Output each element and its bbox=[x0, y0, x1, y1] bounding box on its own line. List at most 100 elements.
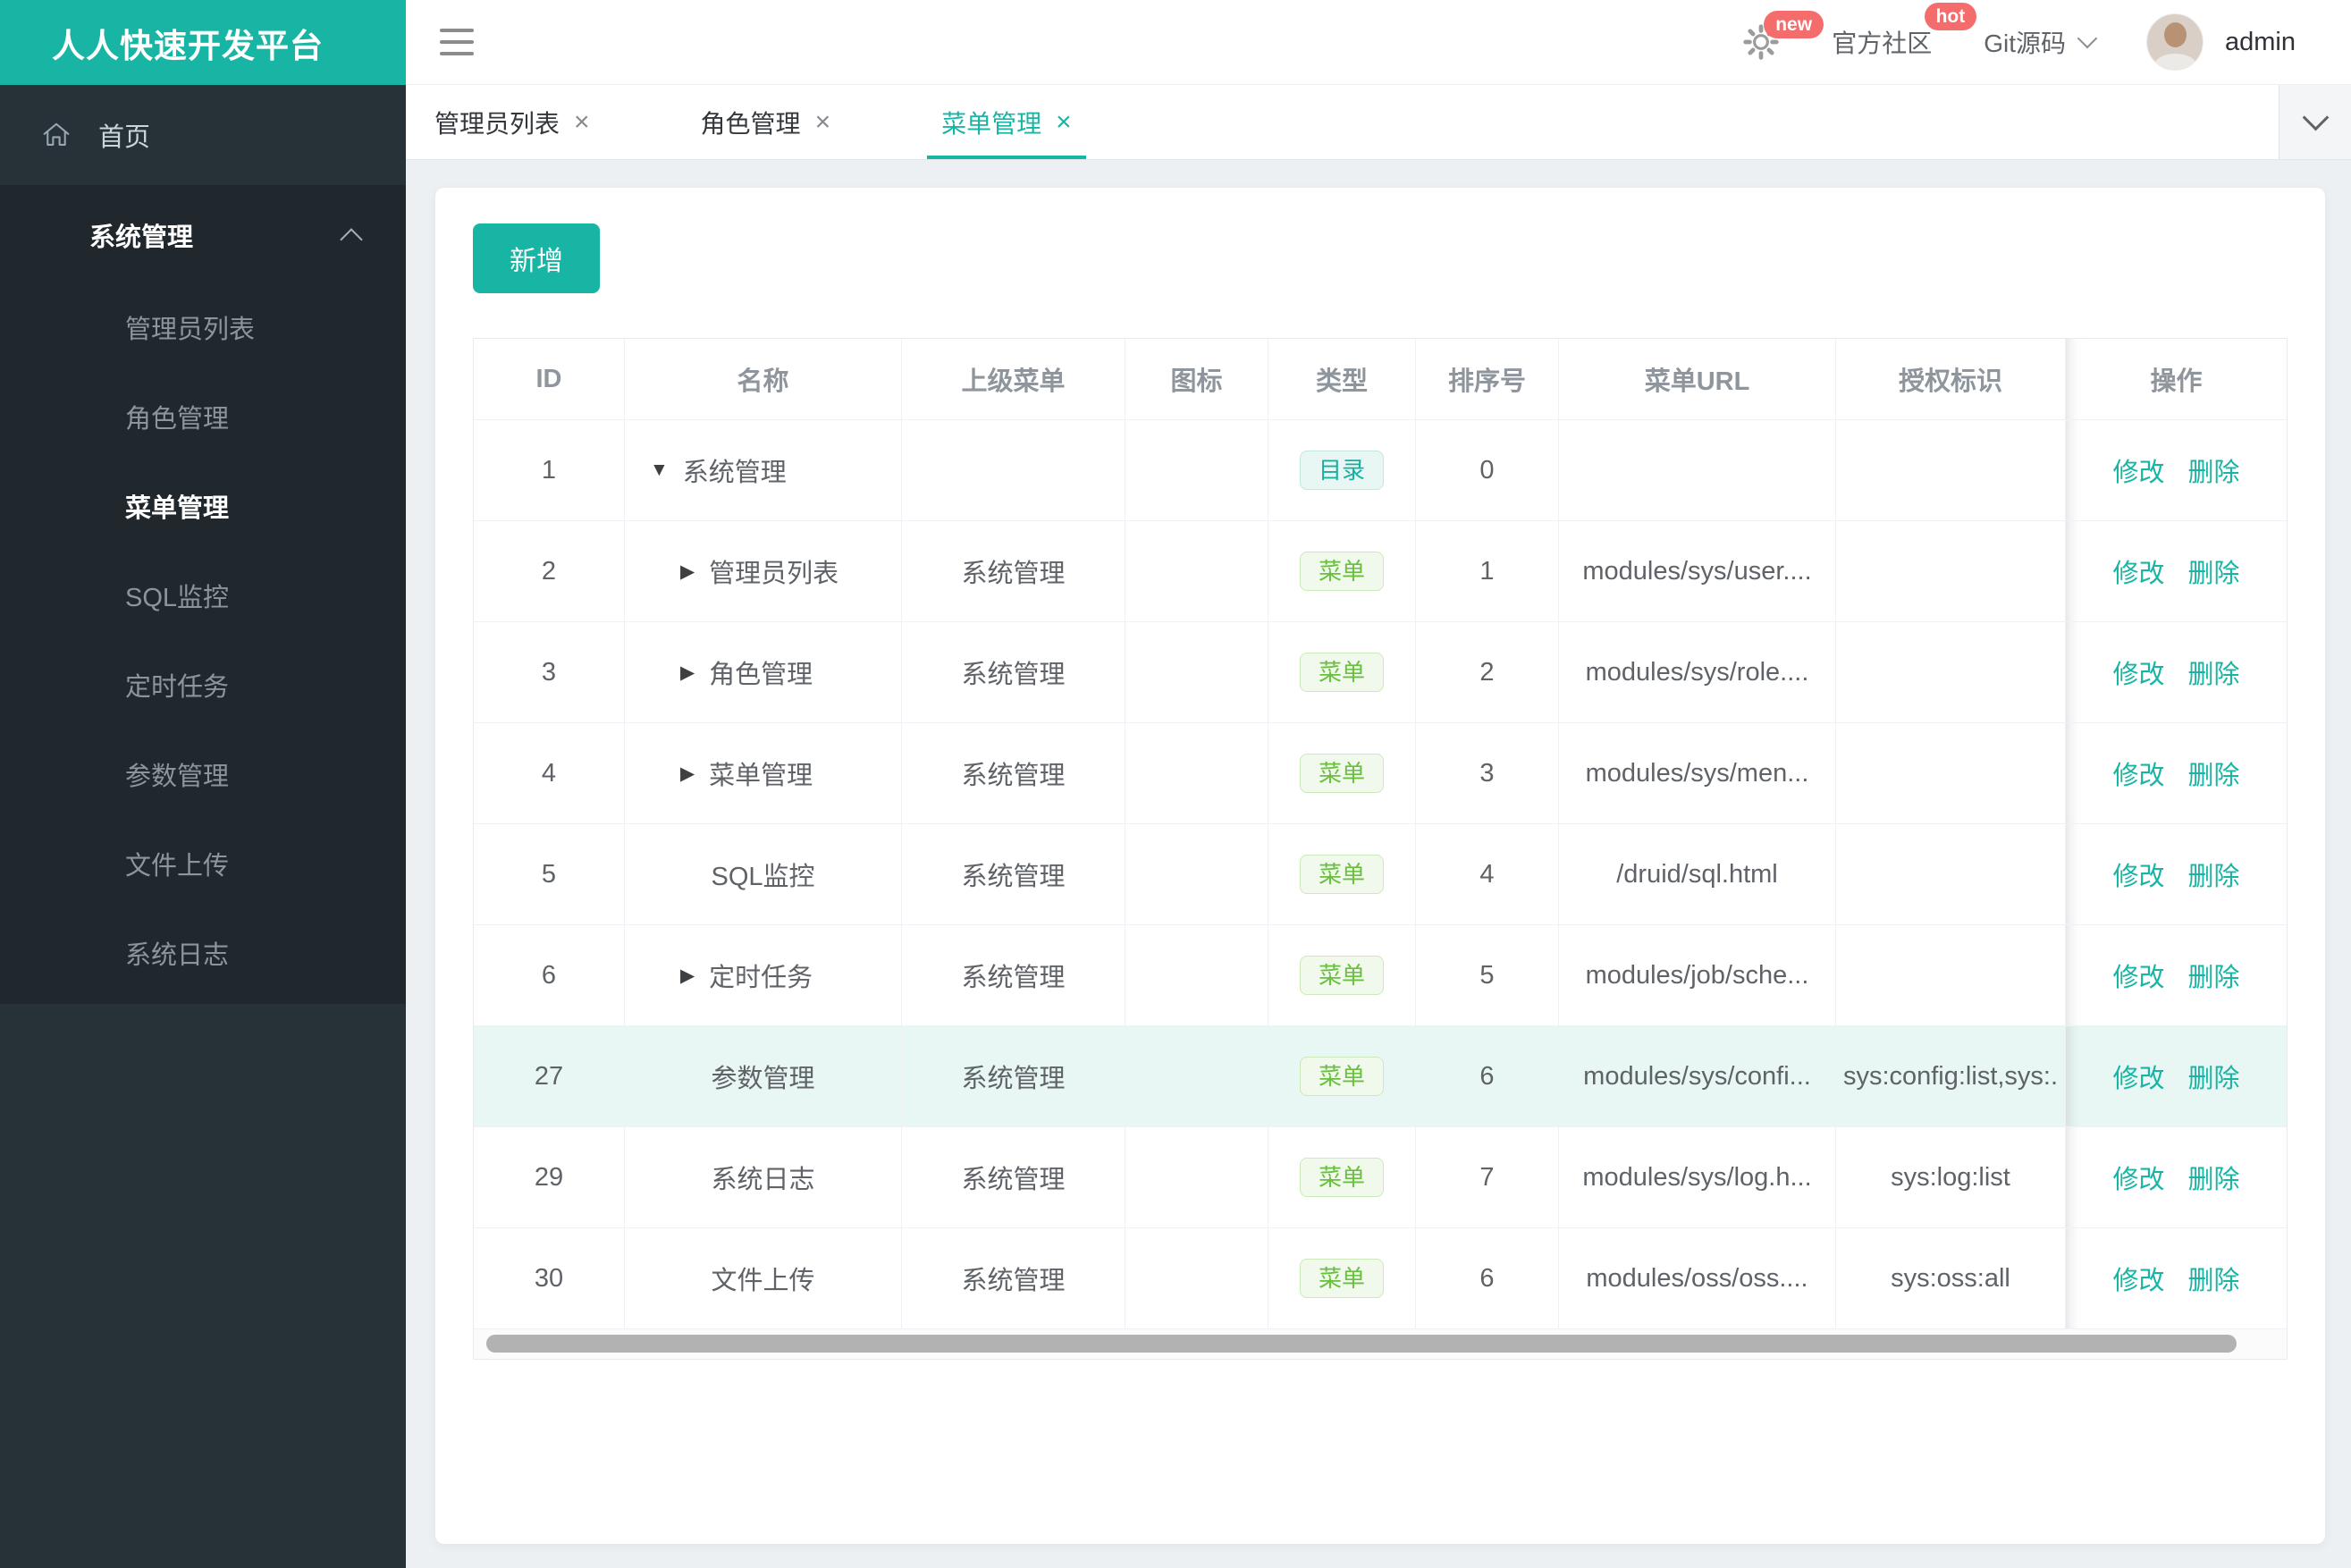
app-logo: 人人快速开发平台 bbox=[0, 0, 406, 85]
cell-menu-url: modules/oss/oss.... bbox=[1559, 1228, 1836, 1329]
sidebar-item[interactable]: 定时任务 bbox=[0, 643, 406, 732]
cell-perms bbox=[1836, 925, 2066, 1026]
chevron-down-icon bbox=[2077, 28, 2098, 49]
edit-link[interactable]: 修改 bbox=[2112, 1159, 2164, 1196]
cell-id: 29 bbox=[474, 1127, 625, 1228]
cell-id: 30 bbox=[474, 1228, 625, 1329]
cell-type: 菜单 bbox=[1268, 723, 1416, 824]
tab-2[interactable]: 角色管理 × bbox=[701, 85, 831, 159]
cell-name: 参数管理 bbox=[625, 1026, 902, 1127]
tree-expand-icon[interactable]: ▶ bbox=[680, 763, 695, 785]
cell-type: 菜单 bbox=[1268, 1026, 1416, 1127]
sidebar-group-title[interactable]: 系统管理 bbox=[0, 185, 406, 285]
sidebar: 首页 系统管理 管理员列表 角色管理 菜单管理 SQL监控 定时任务 参数管理 文件上传 系统… bbox=[0, 85, 406, 1568]
cell-id: 1 bbox=[474, 420, 625, 521]
cell-icon bbox=[1125, 1026, 1268, 1127]
edit-link[interactable]: 修改 bbox=[2112, 1260, 2164, 1297]
table-row: 30 文件上传 系统管理 菜单 6 modules/oss/oss.... sys:oss:… bbox=[474, 1228, 2287, 1329]
column-header: 上级菜单 bbox=[902, 339, 1125, 420]
cell-parent-menu: 系统管理 bbox=[902, 723, 1125, 824]
cell-menu-url: modules/sys/role.... bbox=[1559, 622, 1836, 723]
cell-perms: sys:config:list,sys:. bbox=[1836, 1026, 2066, 1127]
edit-link[interactable]: 修改 bbox=[2112, 451, 2164, 489]
delete-link[interactable]: 删除 bbox=[2188, 552, 2240, 590]
cell-icon bbox=[1125, 1127, 1268, 1228]
sidebar-toggle-button[interactable] bbox=[440, 24, 474, 60]
settings-menu[interactable]: new bbox=[1742, 11, 1824, 61]
tab-close-icon[interactable]: × bbox=[1056, 108, 1072, 135]
menu-name: 定时任务 bbox=[709, 964, 813, 992]
tab-close-icon[interactable]: × bbox=[815, 108, 831, 135]
delete-link[interactable]: 删除 bbox=[2188, 957, 2240, 994]
sidebar-item[interactable]: SQL监控 bbox=[0, 553, 406, 643]
cell-actions: 修改 删除 bbox=[2066, 1026, 2287, 1127]
tree-expand-icon[interactable]: ▶ bbox=[680, 561, 695, 583]
delete-link[interactable]: 删除 bbox=[2188, 856, 2240, 893]
cell-icon bbox=[1125, 622, 1268, 723]
cell-actions: 修改 删除 bbox=[2066, 824, 2287, 925]
tab-3[interactable]: 菜单管理 × bbox=[927, 85, 1086, 159]
cell-perms: sys:oss:all bbox=[1836, 1228, 2066, 1329]
cell-menu-url: modules/sys/confi... bbox=[1559, 1026, 1836, 1127]
table-row: 3 ▶ 角色管理 系统管理 菜单 2 modules/sys/role.... 修改 删除 bbox=[474, 622, 2287, 723]
table-row: 4 ▶ 菜单管理 系统管理 菜单 3 modules/sys/men... 修改 删除 bbox=[474, 723, 2287, 824]
tree-expand-icon[interactable]: ▶ bbox=[680, 662, 695, 684]
tree-expand-icon[interactable]: ▼ bbox=[650, 459, 669, 481]
delete-link[interactable]: 删除 bbox=[2188, 653, 2240, 691]
add-button[interactable]: 新增 bbox=[473, 223, 600, 293]
cell-actions: 修改 删除 bbox=[2066, 420, 2287, 521]
sidebar-item[interactable]: 参数管理 bbox=[0, 732, 406, 822]
user-menu[interactable]: admin bbox=[2146, 13, 2296, 71]
tab-overflow-button[interactable] bbox=[2279, 85, 2351, 159]
delete-link[interactable]: 删除 bbox=[2188, 1260, 2240, 1297]
delete-link[interactable]: 删除 bbox=[2188, 1159, 2240, 1196]
horizontal-scrollbar[interactable] bbox=[486, 1335, 2237, 1353]
type-badge: 菜单 bbox=[1299, 855, 1384, 894]
edit-link[interactable]: 修改 bbox=[2112, 754, 2164, 792]
column-header: 操作 bbox=[2066, 339, 2287, 420]
cell-type: 菜单 bbox=[1268, 1127, 1416, 1228]
type-badge: 菜单 bbox=[1299, 1259, 1384, 1298]
cell-type: 菜单 bbox=[1268, 925, 1416, 1026]
cell-menu-url: modules/sys/men... bbox=[1559, 723, 1836, 824]
cell-parent-menu: 系统管理 bbox=[902, 1026, 1125, 1127]
cell-menu-url: modules/sys/user.... bbox=[1559, 521, 1836, 622]
edit-link[interactable]: 修改 bbox=[2112, 552, 2164, 590]
sidebar-item-home[interactable]: 首页 bbox=[0, 85, 406, 185]
cell-actions: 修改 删除 bbox=[2066, 1127, 2287, 1228]
cell-name: ▶ 定时任务 bbox=[625, 925, 902, 1026]
tab-bar: 管理员列表 × 角色管理 × 菜单管理 × bbox=[406, 85, 2351, 160]
chevron-up-icon bbox=[340, 228, 363, 251]
edit-link[interactable]: 修改 bbox=[2112, 1058, 2164, 1095]
type-badge: 菜单 bbox=[1299, 1057, 1384, 1096]
delete-link[interactable]: 删除 bbox=[2188, 754, 2240, 792]
delete-link[interactable]: 删除 bbox=[2188, 451, 2240, 489]
table-row: 2 ▶ 管理员列表 系统管理 菜单 1 modules/sys/user.... 修改 删除 bbox=[474, 521, 2287, 622]
edit-link[interactable]: 修改 bbox=[2112, 653, 2164, 691]
community-link[interactable]: 官方社区 hot bbox=[1832, 3, 1977, 60]
edit-link[interactable]: 修改 bbox=[2112, 856, 2164, 893]
username: admin bbox=[2225, 27, 2296, 56]
sidebar-item[interactable]: 文件上传 bbox=[0, 822, 406, 911]
cell-perms bbox=[1836, 824, 2066, 925]
cell-order: 7 bbox=[1416, 1127, 1559, 1228]
cell-order: 0 bbox=[1416, 420, 1559, 521]
menu-name: 系统日志 bbox=[711, 1166, 815, 1194]
tree-expand-icon[interactable]: ▶ bbox=[680, 965, 695, 987]
tab-1[interactable]: 管理员列表 × bbox=[434, 85, 590, 159]
sidebar-item[interactable]: 系统日志 bbox=[0, 911, 406, 1000]
cell-icon bbox=[1125, 824, 1268, 925]
cell-name: 文件上传 bbox=[625, 1228, 902, 1329]
git-source-menu[interactable]: Git源码 bbox=[1984, 24, 2098, 60]
cell-order: 1 bbox=[1416, 521, 1559, 622]
table-row: 29 系统日志 系统管理 菜单 7 modules/sys/log.h... sys:log… bbox=[474, 1127, 2287, 1228]
cell-parent-menu: 系统管理 bbox=[902, 925, 1125, 1026]
cell-type: 目录 bbox=[1268, 420, 1416, 521]
sidebar-item[interactable]: 菜单管理 bbox=[0, 464, 406, 553]
delete-link[interactable]: 删除 bbox=[2188, 1058, 2240, 1095]
sidebar-item[interactable]: 角色管理 bbox=[0, 375, 406, 464]
tab-close-icon[interactable]: × bbox=[574, 108, 590, 135]
home-icon bbox=[43, 122, 70, 146]
sidebar-item[interactable]: 管理员列表 bbox=[0, 285, 406, 375]
edit-link[interactable]: 修改 bbox=[2112, 957, 2164, 994]
